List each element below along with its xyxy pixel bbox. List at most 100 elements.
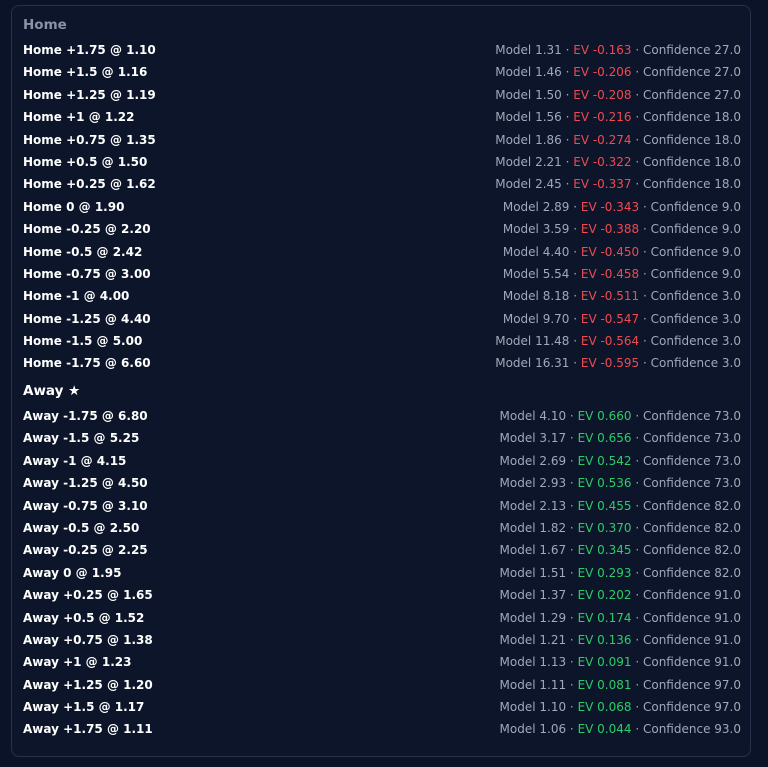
model-odds: Model 1.50: [495, 87, 562, 102]
home-bet-list: Home +1.75 @ 1.10 Model 1.31 · EV -0.163…: [23, 39, 741, 375]
model-odds: Model 1.06: [499, 722, 567, 737]
separator: ·: [566, 453, 578, 468]
bet-stats: Model 11.48 · EV -0.564 · Confidence 3.0: [495, 330, 741, 352]
separator: ·: [631, 43, 643, 57]
model-odds: Model 1.67: [499, 543, 567, 558]
expected-value: EV 0.542: [577, 453, 632, 468]
model-odds: Model 1.82: [499, 520, 567, 535]
model-odds: Model 1.86: [495, 132, 562, 147]
separator: ·: [639, 289, 651, 304]
separator: ·: [631, 498, 643, 513]
bet-row: Away -0.75 @ 3.10 Model 2.13 · EV 0.455 …: [23, 495, 741, 517]
separator: ·: [639, 311, 651, 326]
model-odds: Model 8.18: [502, 289, 570, 304]
bet-stats: Model 2.89 · EV -0.343 · Confidence 9.0: [503, 196, 741, 218]
home-section-title: Home: [23, 17, 67, 33]
expected-value: EV 0.068: [577, 700, 632, 715]
separator: ·: [566, 632, 578, 647]
bet-stats: Model 1.51 · EV 0.293 · Confidence 82.0: [500, 562, 741, 584]
model-odds: Model 1.13: [499, 655, 567, 670]
bet-row: Home -1.5 @ 5.00 Model 11.48 · EV -0.564…: [23, 330, 741, 352]
separator: ·: [631, 610, 643, 625]
confidence: Confidence 3.0: [650, 356, 741, 371]
separator: ·: [631, 565, 643, 580]
model-odds: Model 1.11: [499, 677, 567, 692]
bet-row: Away +0.75 @ 1.38 Model 1.21 · EV 0.136 …: [23, 629, 741, 651]
model-odds: Model 11.48: [495, 334, 570, 349]
bet-line: Home +0.25 @ 1.62: [23, 177, 156, 192]
expected-value: EV 0.370: [577, 520, 632, 535]
bet-row: Away -1.25 @ 4.50 Model 2.93 · EV 0.536 …: [23, 472, 741, 494]
bet-stats: Model 2.93 · EV 0.536 · Confidence 73.0: [500, 472, 741, 494]
separator: ·: [631, 632, 643, 647]
separator: ·: [561, 87, 574, 102]
separator: ·: [561, 65, 574, 80]
bet-row: Away +0.5 @ 1.52 Model 1.29 · EV 0.174 ·…: [23, 607, 741, 629]
expected-value: EV -0.337: [573, 177, 632, 192]
bet-stats: Model 1.46 · EV -0.206 · Confidence 27.0: [495, 61, 741, 83]
bet-stats: Model 1.29 · EV 0.174 · Confidence 91.0: [500, 607, 741, 629]
bet-stats: Model 2.21 · EV -0.322 · Confidence 18.0: [495, 151, 741, 173]
separator: ·: [569, 244, 581, 259]
confidence: Confidence 3.0: [650, 289, 741, 304]
model-odds: Model 9.70: [502, 311, 570, 326]
separator: ·: [631, 132, 643, 147]
expected-value: EV 0.136: [577, 632, 632, 647]
model-odds: Model 4.10: [499, 409, 567, 423]
bet-stats: Model 8.18 · EV -0.511 · Confidence 3.0: [503, 285, 741, 307]
bet-stats: Model 1.21 · EV 0.136 · Confidence 91.0: [500, 629, 741, 651]
bet-stats: Model 2.45 · EV -0.337 · Confidence 18.0: [495, 173, 741, 195]
bet-row: Home -0.25 @ 2.20 Model 3.59 · EV -0.388…: [23, 218, 741, 240]
bet-row: Away 0 @ 1.95 Model 1.51 · EV 0.293 · Co…: [23, 562, 741, 584]
confidence: Confidence 82.0: [642, 498, 741, 513]
model-odds: Model 1.46: [495, 65, 562, 80]
bet-stats: Model 1.50 · EV -0.208 · Confidence 27.0: [495, 84, 741, 106]
bet-row: Away +1.25 @ 1.20 Model 1.11 · EV 0.081 …: [23, 674, 741, 696]
separator: ·: [566, 655, 578, 670]
expected-value: EV -0.547: [580, 311, 640, 326]
expected-value: EV -0.163: [573, 43, 632, 57]
bet-line: Away 0 @ 1.95: [23, 565, 122, 580]
confidence: Confidence 82.0: [642, 520, 741, 535]
separator: ·: [639, 266, 651, 281]
bet-stats: Model 1.10 · EV 0.068 · Confidence 97.0: [500, 696, 741, 718]
bet-stats: Model 4.40 · EV -0.450 · Confidence 9.0: [503, 241, 741, 263]
bet-row: Away +1.5 @ 1.17 Model 1.10 · EV 0.068 ·…: [23, 696, 741, 718]
separator: ·: [631, 65, 643, 80]
expected-value: EV 0.174: [577, 610, 632, 625]
bet-line: Away -1.5 @ 5.25: [23, 431, 140, 446]
confidence: Confidence 73.0: [642, 431, 741, 446]
separator: ·: [566, 409, 578, 423]
separator: ·: [566, 431, 578, 446]
expected-value: EV 0.345: [577, 543, 632, 558]
expected-value: EV 0.536: [577, 476, 632, 491]
bet-line: Away -0.25 @ 2.25: [23, 543, 148, 558]
expected-value: EV -0.564: [580, 334, 640, 349]
separator: ·: [566, 498, 578, 513]
confidence: Confidence 73.0: [642, 453, 741, 468]
confidence: Confidence 91.0: [642, 655, 741, 670]
bet-line: Away -1.25 @ 4.50: [23, 476, 148, 491]
bet-stats: Model 1.56 · EV -0.216 · Confidence 18.0: [495, 106, 741, 128]
model-odds: Model 2.13: [499, 498, 567, 513]
expected-value: EV -0.511: [580, 289, 640, 304]
confidence: Confidence 18.0: [642, 110, 741, 125]
separator: ·: [631, 87, 643, 102]
bet-line: Home -1 @ 4.00: [23, 289, 130, 304]
bet-row: Away -1.5 @ 5.25 Model 3.17 · EV 0.656 ·…: [23, 427, 741, 449]
away-section-title: Away ★: [23, 383, 81, 399]
bet-line: Away +1.75 @ 1.11: [23, 722, 153, 737]
bet-row: Home 0 @ 1.90 Model 2.89 · EV -0.343 · C…: [23, 196, 741, 218]
bet-row: Home +1.25 @ 1.19 Model 1.50 · EV -0.208…: [23, 84, 741, 106]
confidence: Confidence 3.0: [650, 311, 741, 326]
separator: ·: [566, 588, 578, 603]
confidence: Confidence 73.0: [642, 409, 741, 423]
confidence: Confidence 82.0: [642, 543, 741, 558]
separator: ·: [631, 655, 643, 670]
separator: ·: [631, 177, 643, 192]
separator: ·: [566, 476, 578, 491]
model-odds: Model 5.54: [502, 266, 570, 281]
bet-line: Away -0.5 @ 2.50: [23, 520, 140, 535]
bet-line: Home -1.5 @ 5.00: [23, 334, 143, 349]
bet-line: Home -1.25 @ 4.40: [23, 311, 151, 326]
